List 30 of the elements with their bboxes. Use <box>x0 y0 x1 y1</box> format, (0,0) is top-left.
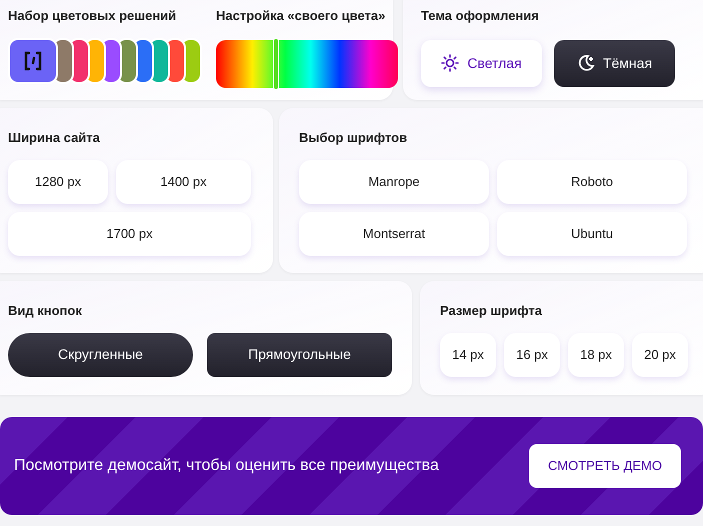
theme-button[interactable]: Светлая <box>421 40 542 86</box>
slider-thumb[interactable] <box>273 38 280 90</box>
font-option[interactable]: Montserrat <box>299 212 489 256</box>
font-option[interactable]: Manrope <box>299 160 489 204</box>
font-size-option[interactable]: 16 px <box>504 332 560 376</box>
width-option[interactable]: 1400 px <box>116 160 251 204</box>
section-title: Размер шрифта <box>440 302 543 320</box>
theme-button[interactable]: Тёмная <box>554 40 675 86</box>
font-size-option[interactable]: 20 px <box>632 332 688 376</box>
font-option[interactable]: Ubuntu <box>497 212 687 256</box>
banner-text: Посмотрите демосайт, чтобы оценить все преимущества <box>14 456 439 476</box>
sun-icon <box>441 54 460 72</box>
color-slider[interactable] <box>216 38 398 90</box>
font-option[interactable]: Roboto <box>497 160 687 204</box>
section-title: Настройка «своего цвета» <box>216 7 386 25</box>
section-title: Тема оформления <box>421 7 540 25</box>
section-title: Выбор шрифтов <box>299 129 408 147</box>
section-title: Вид кнопок <box>8 302 83 320</box>
color-swatch[interactable] <box>8 38 58 84</box>
width-option[interactable]: 1700 px <box>8 212 251 256</box>
button-style-option[interactable]: Прямоугольные <box>207 332 392 376</box>
section-title: Ширина сайта <box>8 129 101 147</box>
demo-button[interactable]: СМОТРЕТЬ ДЕМО <box>529 444 681 488</box>
brackets-icon <box>22 50 44 72</box>
font-size-option[interactable]: 14 px <box>440 332 496 376</box>
font-size-option[interactable]: 18 px <box>568 332 624 376</box>
section-title: Набор цветовых решений <box>8 7 178 25</box>
moon-icon <box>576 54 595 72</box>
width-option[interactable]: 1280 px <box>8 160 108 204</box>
button-style-option[interactable]: Скругленные <box>8 332 193 376</box>
